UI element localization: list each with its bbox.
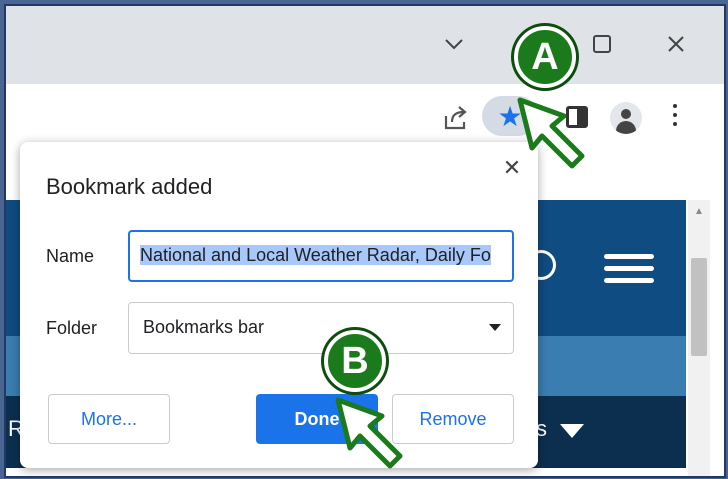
pointer-arrow-icon <box>335 397 403 469</box>
share-icon[interactable] <box>442 104 470 132</box>
chevron-down-icon <box>489 324 501 331</box>
annotation-badge-b: B <box>324 330 386 392</box>
scroll-up-icon[interactable]: ▲ <box>691 204 707 220</box>
square-icon[interactable] <box>582 24 622 64</box>
dialog-title: Bookmark added <box>46 174 213 199</box>
caret-down-icon[interactable] <box>560 424 584 438</box>
folder-label: Folder <box>46 318 98 338</box>
annotation-badge-a: A <box>514 26 576 88</box>
name-label: Name <box>46 246 95 266</box>
scrollbar-thumb[interactable] <box>691 258 707 356</box>
bookmark-dialog: Bookmark added ✕ Name National and Local… <box>20 142 538 468</box>
chevron-down-icon[interactable] <box>434 24 474 64</box>
name-input[interactable]: National and Local Weather Radar, Daily … <box>128 230 514 282</box>
pointer-arrow-icon <box>517 97 585 169</box>
folder-select-value: Bookmarks bar <box>143 317 265 337</box>
profile-icon[interactable] <box>610 102 642 134</box>
folder-select[interactable]: Bookmarks bar <box>128 302 514 354</box>
browser-window: ★ Ra s ▲ Bookmark added ✕ Name National … <box>4 4 726 478</box>
title-bar <box>6 6 724 84</box>
more-vert-icon[interactable] <box>670 104 680 132</box>
name-input-value: National and Local Weather Radar, Daily … <box>140 245 491 265</box>
hamburger-menu-icon[interactable] <box>604 254 654 284</box>
close-icon[interactable] <box>656 24 696 64</box>
more-button[interactable]: More... <box>48 394 170 444</box>
